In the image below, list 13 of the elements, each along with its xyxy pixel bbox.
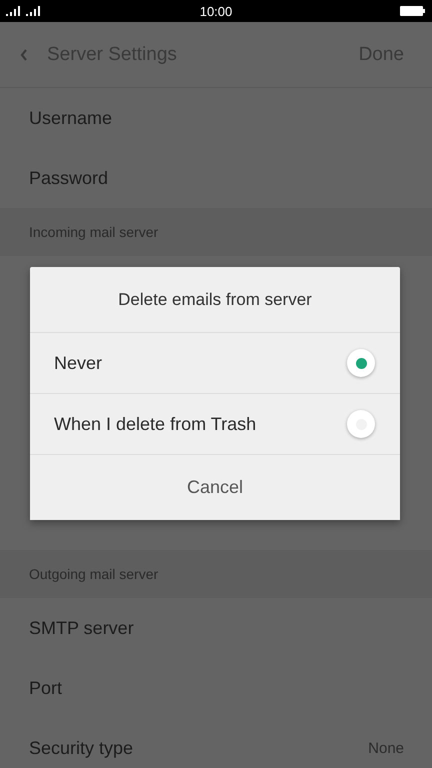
radio-button[interactable] xyxy=(347,410,375,438)
dialog-title: Delete emails from server xyxy=(30,267,400,333)
option-row[interactable]: Never xyxy=(30,333,400,394)
settings-row[interactable]: Security type None xyxy=(0,718,432,768)
settings-row[interactable]: SMTP server xyxy=(0,598,432,658)
settings-row[interactable]: Port xyxy=(0,658,432,718)
battery-icon xyxy=(400,6,426,16)
cancel-button[interactable]: Cancel xyxy=(30,455,400,520)
status-time: 10:00 xyxy=(200,4,232,18)
settings-row[interactable]: Password xyxy=(0,148,432,208)
back-icon[interactable] xyxy=(20,48,28,60)
radio-button[interactable] xyxy=(347,349,375,377)
settings-row[interactable]: Username xyxy=(0,88,432,148)
